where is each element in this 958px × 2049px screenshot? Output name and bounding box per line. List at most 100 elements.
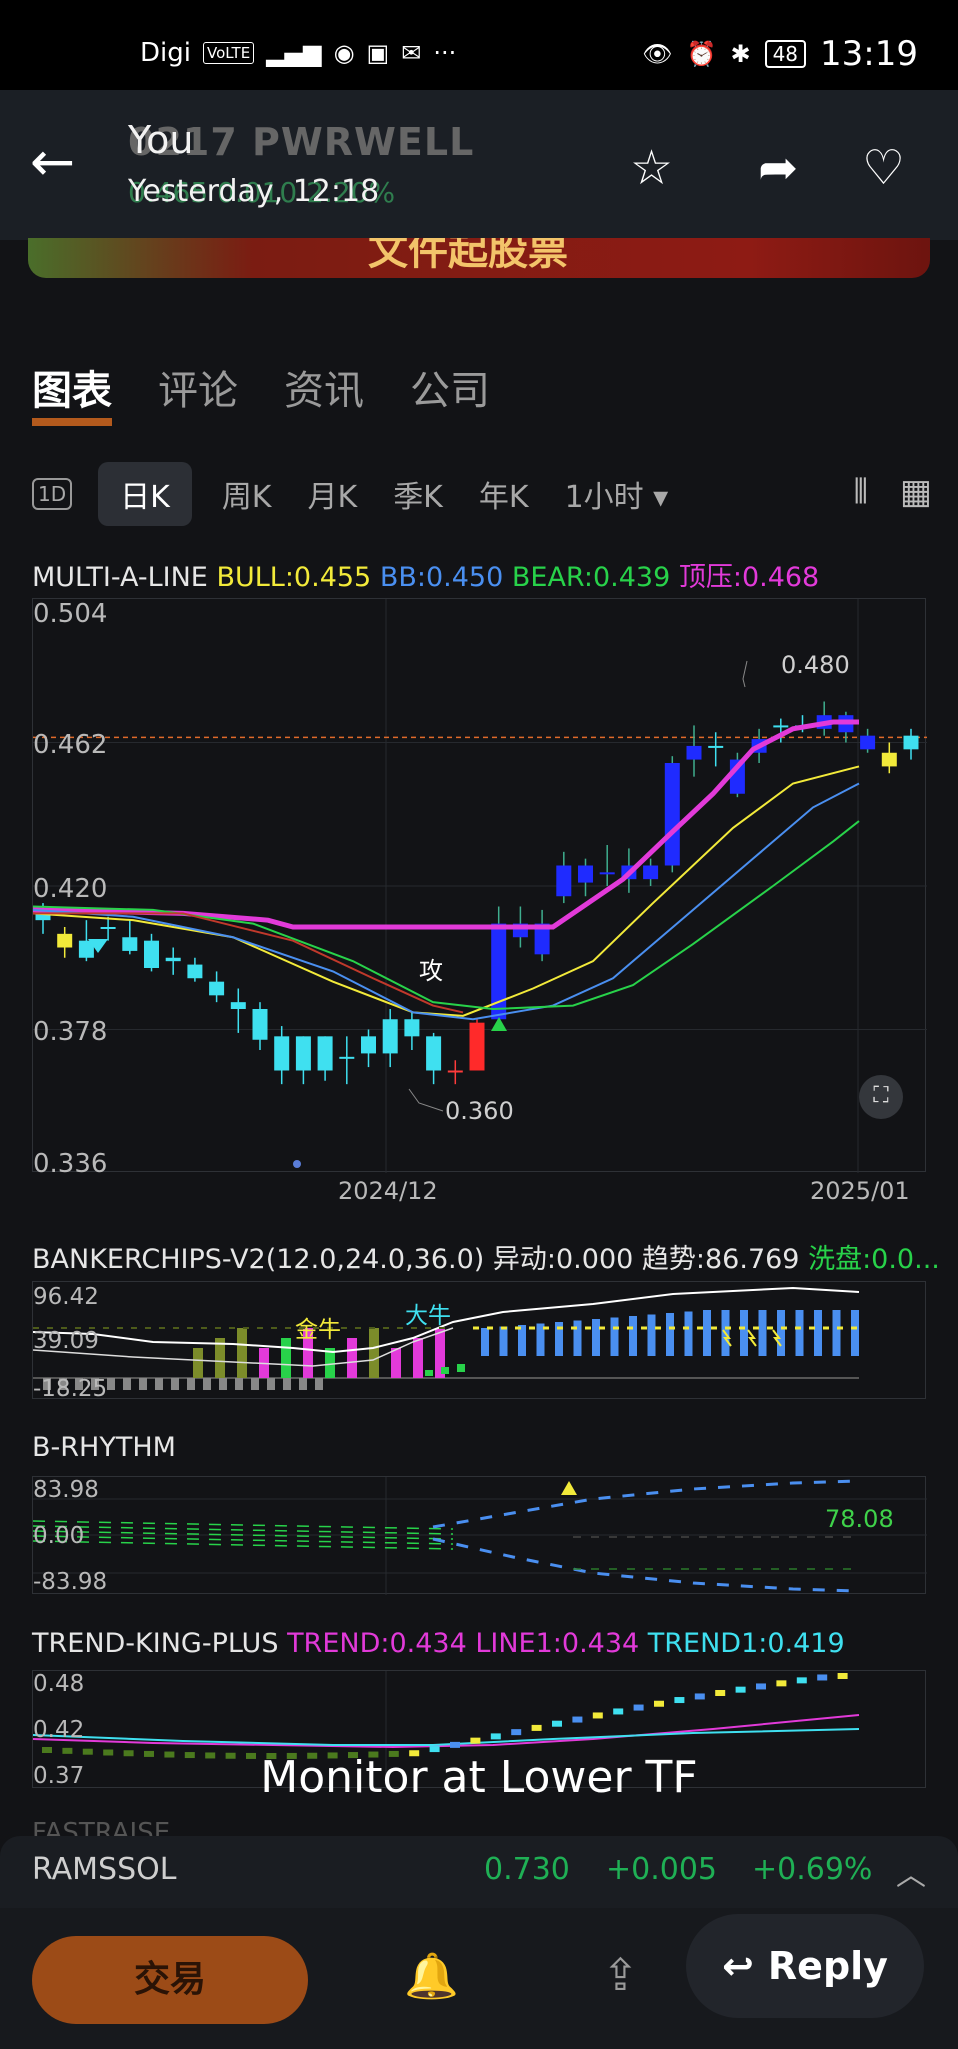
arrow-left-icon[interactable]: ← (30, 130, 75, 193)
candle-body (599, 872, 615, 875)
status-bar: Digi VoLTE ▂▄▆ ◉ ▣ ✉ ··· 👁 ⏰ ✱ 48 13:19 (0, 0, 958, 90)
bell-plus-icon[interactable]: 🔔 (404, 1950, 459, 2002)
candle-body (708, 745, 724, 748)
y-tick: 0.48 (33, 1671, 85, 1697)
indicator-name: MULTI-A-LINE (32, 562, 208, 593)
histogram-bar (481, 1328, 489, 1356)
trend-candle (756, 1683, 766, 1690)
candle-body (447, 1070, 463, 1073)
histogram-bar (235, 1378, 243, 1390)
histogram-bar (610, 1317, 619, 1356)
candle-body (903, 735, 919, 750)
candle-body (578, 865, 593, 883)
histogram-bar (457, 1364, 465, 1372)
bb-value: BB:0.450 (379, 562, 504, 593)
period-weekly[interactable]: 周K (222, 472, 272, 516)
period-quarterly[interactable]: 季K (393, 472, 443, 516)
trend-candle (776, 1680, 787, 1687)
banner-text: 文件起股票 (368, 238, 568, 274)
trend-candle (715, 1690, 726, 1696)
tab-company[interactable]: 公司 (410, 358, 490, 426)
candlestick-chart (33, 599, 927, 1173)
histogram-bar (851, 1310, 859, 1356)
post-header: ← 0217 PWRWELL 0.465 0.010 2.20% You Yes… (0, 90, 958, 240)
rhythm-lines (33, 1477, 927, 1595)
candle-body (686, 745, 702, 760)
x-tick: 2025/01 (810, 1177, 910, 1205)
low-annotation: 0.360 (445, 1097, 514, 1125)
histogram-bar (814, 1310, 822, 1356)
trend-candle (552, 1720, 562, 1727)
candle-type-icon[interactable]: ⫴ (854, 472, 868, 512)
bull-line (33, 765, 860, 1017)
signal-icon: ▂▄▆ (266, 39, 322, 67)
one-day-icon[interactable]: 1D (32, 478, 73, 510)
period-yearly[interactable]: 年K (479, 472, 529, 516)
histogram-bar (518, 1325, 526, 1356)
candle-body (252, 1009, 268, 1040)
histogram-bar (267, 1378, 275, 1390)
trend-king-legend: TREND-KING-PLUS TREND:0.434 LINE1:0.434 … (32, 1628, 845, 1659)
histogram-bar (499, 1326, 508, 1356)
period-hourly-dropdown[interactable]: 1小时 ▾ (565, 472, 669, 516)
x-tick: 2024/12 (338, 1177, 438, 1205)
trend1-value: TREND1:0.419 (647, 1628, 845, 1659)
reply-label: Reply (767, 1944, 888, 1988)
histogram-bar (425, 1370, 433, 1376)
candle-body (317, 1036, 333, 1071)
tab-chart[interactable]: 图表 (32, 358, 112, 426)
histogram-bar (219, 1378, 227, 1390)
y-tick: 39.09 (33, 1328, 99, 1354)
battery-icon: 48 (764, 40, 807, 68)
rhythm-legend: B-RHYTHM (32, 1432, 176, 1463)
reply-button[interactable]: ↩ Reply (686, 1914, 924, 2018)
bull-value: BULL:0.455 (216, 562, 372, 593)
y-tick: 0.336 (33, 1149, 108, 1179)
candle-body (57, 933, 73, 948)
candle-body (274, 1036, 290, 1071)
banker-histogram (33, 1286, 860, 1390)
chevron-up-icon[interactable]: ︿ (896, 1850, 926, 1894)
promo-banner[interactable]: 文件起股票 (28, 238, 930, 278)
trend-candle (531, 1724, 542, 1731)
period-monthly[interactable]: 月K (308, 472, 358, 516)
mail-icon: ✉ (401, 39, 422, 67)
candle-body (643, 865, 659, 880)
trend-candle (654, 1700, 664, 1707)
candle-body (860, 735, 876, 750)
tab-comments[interactable]: 评论 (158, 358, 238, 426)
y-tick: 0.378 (33, 1017, 108, 1047)
heart-plus-icon[interactable]: ♡ (862, 140, 905, 196)
y-tick: -83.98 (33, 1569, 108, 1595)
histogram-bar (391, 1348, 401, 1378)
trend-candle (470, 1737, 481, 1744)
fullscreen-icon[interactable]: ⛶ (859, 1075, 903, 1119)
trade-button[interactable]: 交易 (32, 1936, 308, 2024)
line1-value: LINE1:0.434 (475, 1628, 640, 1659)
tab-news[interactable]: 资讯 (284, 358, 364, 426)
grid-layout-icon[interactable]: ▦ (900, 472, 932, 512)
ticker-price: 0.730 (484, 1852, 570, 1887)
period-daily[interactable]: 日K (98, 462, 192, 526)
banker-chart[interactable]: 96.42 39.09 -18.25 金牛 大牛 (32, 1281, 926, 1402)
alarm-icon: ⏰ (686, 40, 717, 68)
trend-value: TREND:0.434 (287, 1628, 467, 1659)
share-out-icon[interactable]: ⇪ (602, 1950, 639, 2001)
candle-body (469, 1022, 485, 1071)
star-icon[interactable]: ☆ (630, 140, 673, 196)
histogram-bar (299, 1378, 307, 1390)
ticker-row[interactable]: RAMSSOL 0.730 +0.005 +0.69% ︿ (0, 1836, 958, 1908)
candle-body (773, 725, 789, 728)
histogram-bar (187, 1378, 195, 1390)
y-tick: 96.42 (33, 1284, 99, 1310)
y-tick: 0.42 (33, 1717, 85, 1743)
share-icon[interactable]: ➦ (758, 140, 798, 196)
rhythm-chart[interactable]: 83.98 0.00 -83.98 78.08 (32, 1476, 927, 1595)
trend-king-name: TREND-KING-PLUS (32, 1628, 279, 1659)
rhythm-lower (432, 1537, 860, 1593)
histogram-bar (441, 1367, 449, 1374)
histogram-bar (107, 1378, 115, 1390)
main-chart[interactable]: 0.504 0.462 0.420 0.378 0.336 2024/12 20… (32, 598, 927, 1205)
post-author[interactable]: You (128, 118, 194, 162)
clock: 13:19 (820, 34, 918, 74)
